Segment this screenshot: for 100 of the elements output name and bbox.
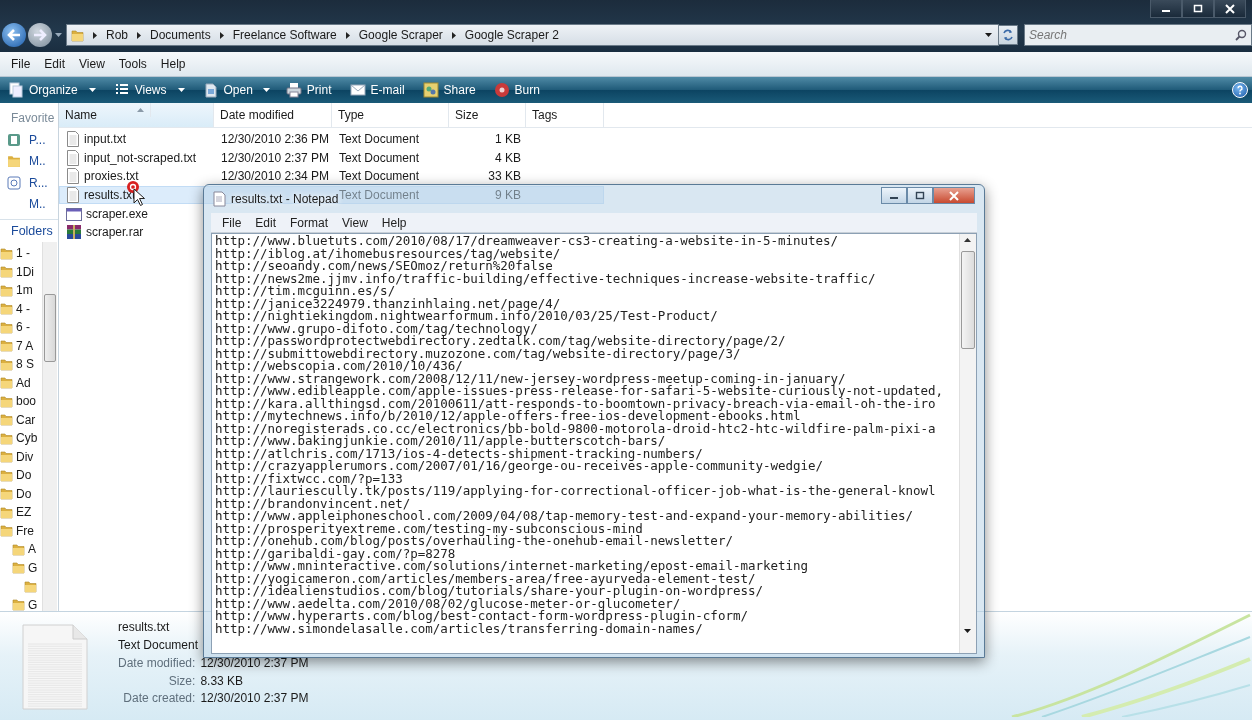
chevron-icon <box>451 31 456 39</box>
folder-item[interactable]: 1Di <box>0 262 42 281</box>
breadcrumb[interactable]: Freelance Software <box>232 28 337 42</box>
breadcrumb[interactable]: Google Scraper <box>358 28 443 42</box>
menu-item[interactable]: View <box>335 215 375 230</box>
menu-item[interactable]: View <box>72 57 112 71</box>
help-icon[interactable] <box>1232 82 1248 98</box>
file-row[interactable]: scraper.rar <box>59 222 151 242</box>
folder-item[interactable]: Do <box>0 484 42 503</box>
close-button[interactable] <box>1214 0 1246 18</box>
maximize-button[interactable] <box>907 187 933 204</box>
menu-item[interactable]: Help <box>153 57 193 71</box>
field-value: 8.33 KB <box>200 673 245 690</box>
link-icon <box>7 175 21 190</box>
favorite-link[interactable]: P... <box>0 129 58 151</box>
text-file-icon <box>66 149 80 166</box>
recent-pages-dropdown[interactable] <box>55 33 62 37</box>
folder-icon <box>0 413 13 427</box>
folder-icon <box>0 283 13 297</box>
toolbar-icon <box>285 82 302 98</box>
search-field[interactable]: Search <box>1024 24 1252 46</box>
scroll-up-icon[interactable] <box>964 238 971 242</box>
menu-item[interactable]: Tools <box>111 57 154 71</box>
folder-item[interactable]: 7 A <box>0 336 42 355</box>
folder-icon <box>12 561 25 575</box>
file-date: 12/30/2010 2:37 PM <box>220 150 331 165</box>
folder-item[interactable]: Ad <box>0 373 42 392</box>
text-line: http://iblog.at/ihomebusresources/tag/website/ <box>215 247 561 260</box>
text-line: http://yogicameron.com/articles/members-area/free-ayurveda-element-test/ <box>215 572 756 585</box>
folder-item[interactable]: Fre <box>0 521 42 540</box>
file-row[interactable]: scraper.exe <box>59 204 156 223</box>
back-button[interactable] <box>2 23 26 47</box>
close-icon <box>949 190 959 201</box>
caret-icon <box>88 88 96 92</box>
toolbar-button[interactable]: Organize <box>6 80 98 100</box>
folder-item[interactable]: 6 - <box>0 318 42 337</box>
column-header[interactable]: Size <box>449 103 526 127</box>
caret-icon[interactable] <box>262 88 270 92</box>
folder-item[interactable]: G <box>0 558 42 577</box>
scroll-thumb[interactable] <box>44 294 56 362</box>
column-header[interactable]: Name <box>59 103 214 127</box>
file-type: Text Document <box>338 169 421 184</box>
menu-item[interactable]: File <box>215 215 249 230</box>
folder-item[interactable]: Do <box>0 466 42 485</box>
section-heading: Favorite <box>10 110 56 127</box>
column-header[interactable]: Tags <box>526 103 604 127</box>
folder-item[interactable]: boo <box>0 392 42 411</box>
folder-item[interactable]: EZ <box>0 503 42 522</box>
minimize-button[interactable] <box>881 187 907 204</box>
folder-icon <box>12 542 25 556</box>
link-icon <box>7 132 21 147</box>
refresh-button[interactable] <box>998 25 1018 45</box>
breadcrumb[interactable]: Google Scraper 2 <box>464 28 559 42</box>
folder-icon <box>0 265 13 279</box>
column-header[interactable]: Type <box>332 103 449 127</box>
forward-button[interactable] <box>28 23 52 47</box>
folder-item[interactable]: Div <box>0 447 42 466</box>
menu-item[interactable]: Edit <box>37 57 73 71</box>
menu-item[interactable]: Help <box>374 215 414 230</box>
toolbar-button[interactable]: Print <box>283 80 334 100</box>
breadcrumb[interactable]: Documents <box>150 28 211 42</box>
dropdown-arrow-icon[interactable] <box>985 33 993 37</box>
scroll-down-icon[interactable] <box>964 629 971 633</box>
scroll-thumb[interactable] <box>961 251 975 349</box>
folder-icon <box>0 357 13 371</box>
folder-item[interactable]: Car <box>0 410 42 429</box>
folder-item[interactable]: 1 - <box>0 244 42 263</box>
close-icon <box>1225 3 1235 14</box>
favorite-link[interactable]: R... <box>0 172 58 194</box>
minimize-button[interactable] <box>1150 0 1182 18</box>
favorite-link[interactable]: M.. <box>0 193 58 215</box>
breadcrumb[interactable]: Rob <box>106 28 128 42</box>
field-label: Date modified: <box>118 656 196 672</box>
menu-item[interactable]: File <box>4 57 38 71</box>
folder-item[interactable]: 8 S <box>0 355 42 374</box>
toolbar-button[interactable]: Share <box>420 80 478 100</box>
file-row[interactable]: proxies.txt 12/30/2010 2:34 PM Text Document 33 KB <box>59 167 528 186</box>
scrollbar[interactable] <box>959 234 976 653</box>
field-label: Date created: <box>122 691 196 707</box>
toolbar-button[interactable]: Burn <box>491 80 542 100</box>
folder-item[interactable]: A <box>0 540 42 559</box>
text-line: http://idealienstudios.com/blog/tutorials/share-your-plugin-on-wordpress/ <box>215 585 763 598</box>
scrollbar[interactable] <box>42 242 57 611</box>
toolbar-button[interactable]: Open <box>200 80 255 100</box>
menu-item[interactable]: Edit <box>248 215 284 230</box>
text-line: http://submittowebdirectory.muzozone.com/tag/website-directory/page/3/ <box>215 347 741 360</box>
toolbar-button[interactable]: E-mail <box>347 80 407 100</box>
column-header[interactable]: Date modified <box>214 103 332 127</box>
maximize-button[interactable] <box>1182 0 1214 18</box>
file-type: Text Document <box>338 132 421 147</box>
address-bar[interactable]: Rob Documents Freelance Software Google Scraper Google Scraper 2 <box>66 24 1000 46</box>
folder-item[interactable]: Cyb <box>0 429 42 448</box>
folder-item[interactable]: 4 - <box>0 299 42 318</box>
folder-item[interactable]: 1m <box>0 281 42 300</box>
file-row[interactable]: input.txt 12/30/2010 2:36 PM Text Document 1 KB <box>59 130 528 149</box>
menu-item[interactable]: Format <box>283 215 336 230</box>
favorite-link[interactable]: M.. <box>0 150 58 172</box>
toolbar-button[interactable]: Views <box>111 80 187 100</box>
file-row[interactable]: input_not-scraped.txt 12/30/2010 2:37 PM Text Document 4 KB <box>59 148 528 168</box>
folder-item[interactable]: G <box>0 595 42 611</box>
